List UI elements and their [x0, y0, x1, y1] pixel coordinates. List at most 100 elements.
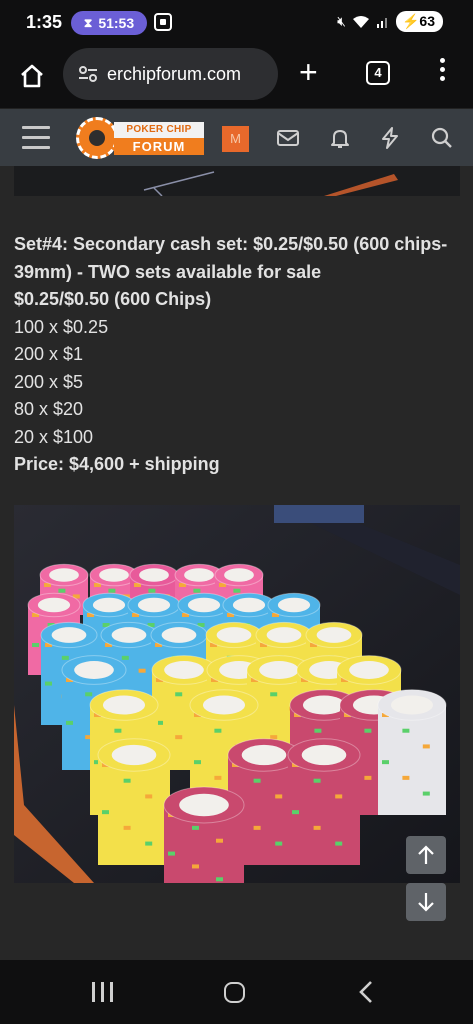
scroll-down-button[interactable]: [406, 883, 446, 921]
timer-pill: ⧗ 51:53: [71, 11, 147, 35]
chip-edge-spot: [108, 588, 116, 593]
chip-edge-spot: [32, 643, 39, 647]
chip-inlay: [139, 568, 169, 582]
system-nav-bar: [0, 960, 473, 1024]
chip-edge-spot: [45, 681, 52, 686]
chip-inlay: [37, 597, 71, 613]
price-line: Price: $4,600 + shipping: [14, 454, 220, 474]
chip-edge-spot: [402, 728, 410, 733]
avatar[interactable]: M: [222, 126, 249, 152]
chip-inlay: [277, 597, 311, 613]
site-settings-icon[interactable]: [77, 63, 99, 85]
chip-edge-spot: [123, 825, 131, 830]
chip-edge-spot: [214, 728, 222, 733]
chip-edge-spot: [192, 864, 199, 869]
denomination-line: 80 x $20: [14, 399, 84, 419]
chip-edge-spot: [121, 655, 129, 660]
forum-header: POKER CHIP FORUM M: [0, 108, 473, 166]
chip-inlay: [241, 744, 287, 766]
logo-text-top: POKER CHIP: [114, 122, 204, 138]
chip-edge-spot: [335, 841, 343, 846]
chip-edge-spot: [145, 794, 153, 799]
mute-icon: 🔇︎: [337, 13, 346, 29]
chip-edge-spot: [402, 775, 410, 780]
bell-icon[interactable]: [328, 127, 352, 149]
tab-switcher-icon[interactable]: 4: [366, 61, 390, 85]
bolt-icon[interactable]: [378, 127, 402, 149]
chip-edge-spot: [175, 692, 183, 697]
chip-edge-spot: [292, 810, 299, 815]
post-title: Set#4: Secondary cash set: $0.25/$0.50 (…: [14, 234, 448, 282]
chip-edge-spot: [123, 778, 131, 783]
chip-edge-spot: [61, 655, 69, 660]
chip-inlay: [184, 568, 214, 582]
chip-inlay: [302, 695, 346, 715]
new-tab-icon[interactable]: +: [299, 56, 318, 88]
chip-edge-spot: [145, 841, 153, 846]
chip-inlay: [232, 597, 266, 613]
chip-edge-spot: [253, 778, 261, 783]
arrow-up-icon: [418, 845, 434, 864]
chip-edge-spot: [114, 728, 122, 733]
chip-inlay: [137, 597, 171, 613]
chip-edge-spot: [233, 588, 241, 593]
chip-edge-spot: [138, 668, 146, 673]
chip-edge-spot: [313, 778, 321, 783]
chip-set-photo[interactable]: [14, 505, 460, 883]
signal-icon: [376, 17, 387, 28]
chip-edge-spot: [364, 775, 372, 780]
chip-inlay: [266, 627, 302, 643]
denomination-line: 200 x $5: [14, 371, 84, 392]
chip-stacks-graphic: [14, 505, 460, 883]
inbox-icon[interactable]: [276, 127, 300, 149]
scroll-up-button[interactable]: [406, 836, 446, 874]
chip-edge-spot: [422, 791, 430, 796]
denomination-line: 100 x $0.25: [14, 316, 109, 337]
chip-edge-spot: [313, 825, 321, 830]
post-subtitle: $0.25/$0.50 (600 Chips): [14, 289, 212, 309]
hamburger-menu-icon[interactable]: [22, 126, 50, 150]
chip-edge-spot: [253, 825, 261, 830]
post-body: Set#4: Secondary cash set: $0.25/$0.50 (…: [14, 231, 464, 479]
chip-stack-body: [378, 705, 446, 815]
logo-text-bottom: FORUM: [114, 138, 204, 155]
chip-edge-spot: [382, 760, 389, 765]
recents-icon[interactable]: [92, 982, 114, 1002]
chip-inlay: [390, 695, 434, 715]
hourglass-icon: ⧗: [83, 15, 93, 30]
chip-inlay: [74, 661, 114, 679]
chip-edge-spot: [58, 588, 66, 593]
chip-edge-spot: [168, 851, 175, 856]
home-icon[interactable]: [18, 62, 46, 90]
chip-inlay: [49, 568, 79, 582]
chip-inlay: [259, 661, 299, 679]
chip-inlay: [202, 695, 246, 715]
home-nav-icon[interactable]: [224, 982, 245, 1003]
address-bar[interactable]: erchipforum.com: [63, 48, 278, 100]
chip-inlay: [216, 627, 252, 643]
chip-edge-spot: [216, 838, 223, 843]
chip-inlay: [111, 744, 157, 766]
denomination-line: 20 x $100: [14, 426, 94, 447]
chip-inlay: [102, 695, 146, 715]
search-icon[interactable]: [430, 127, 454, 149]
chip-edge-spot: [335, 794, 343, 799]
previous-post-image[interactable]: [14, 166, 460, 196]
more-menu-icon[interactable]: [432, 58, 452, 88]
browser-toolbar: erchipforum.com + 4: [0, 44, 473, 108]
timer-value: 51:53: [98, 15, 135, 31]
chip-edge-spot: [314, 728, 322, 733]
chip-edge-spot: [102, 810, 109, 815]
chip-inlay: [51, 627, 87, 643]
screen-capture-icon: [154, 13, 172, 31]
logo-chip-icon: [76, 117, 118, 159]
chip-inlay: [161, 627, 197, 643]
chip-edge-spot: [66, 720, 73, 725]
back-icon[interactable]: [356, 979, 378, 1005]
chip-inlay: [301, 744, 347, 766]
forum-logo[interactable]: POKER CHIP FORUM: [76, 117, 204, 159]
chip-inlay: [316, 627, 352, 643]
chip-edge-spot: [148, 588, 156, 593]
chip-inlay: [111, 627, 147, 643]
wifi-icon: [352, 15, 369, 28]
